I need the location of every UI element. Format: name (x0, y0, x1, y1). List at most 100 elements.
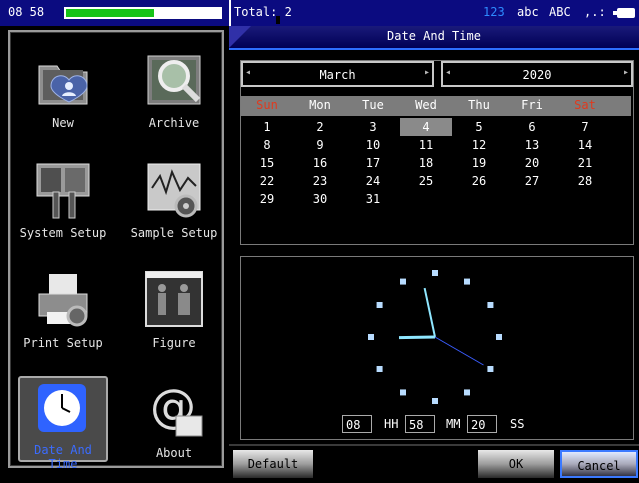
calendar-day[interactable]: 4 (400, 118, 452, 136)
calendar-day[interactable]: 8 (241, 136, 293, 154)
calendar-day[interactable]: 3 (347, 118, 399, 136)
sample-setup-icon (142, 158, 206, 222)
power-plug-icon (613, 8, 635, 18)
year-value: 2020 (522, 68, 552, 82)
battery-meter (64, 7, 280, 24)
weekday-tue: Tue (362, 98, 384, 112)
clock-tick (464, 389, 470, 396)
printer-icon (31, 268, 95, 332)
hour-label: HH (384, 417, 399, 431)
calendar-day[interactable]: 10 (347, 136, 399, 154)
calendar-day[interactable]: 29 (241, 190, 293, 208)
calendar-day[interactable]: 2 (294, 118, 346, 136)
calendar-day[interactable]: 1 (241, 118, 293, 136)
weekday-sat: Sat (574, 98, 596, 112)
clock-tick (487, 302, 494, 308)
ok-button[interactable]: OK (478, 450, 554, 478)
second-hand (434, 336, 484, 366)
sidebar-item-figure[interactable]: Figure (124, 268, 224, 350)
calendar-day[interactable]: 26 (453, 172, 505, 190)
input-mode-ABC[interactable]: ABC (549, 5, 571, 19)
input-mode-punct[interactable]: ,.: (584, 5, 606, 19)
next-year-arrow-icon[interactable]: ▸ (623, 67, 629, 78)
sidebar-item-sample-setup[interactable]: Sample Setup (120, 158, 228, 240)
sidebar-item-about[interactable]: @ About (124, 378, 224, 460)
calendar-day[interactable]: 25 (400, 172, 452, 190)
calendar-day[interactable]: 12 (453, 136, 505, 154)
calendar-day[interactable]: 14 (559, 136, 611, 154)
clock-icon: Date And Time (18, 376, 108, 471)
calendar-day[interactable]: 23 (294, 172, 346, 190)
input-mode-abc[interactable]: abc (517, 5, 539, 19)
calendar-day[interactable]: 31 (347, 190, 399, 208)
year-select[interactable]: ◂ 2020 ▸ (441, 61, 633, 87)
calendar-day[interactable]: 7 (559, 118, 611, 136)
sidebar-item-label: Sample Setup (130, 226, 218, 240)
calendar-day[interactable]: 30 (294, 190, 346, 208)
status-time: 08 58 (8, 5, 45, 19)
clock-tick (376, 302, 383, 308)
calendar-day[interactable]: 27 (506, 172, 558, 190)
calendar-day[interactable]: 9 (294, 136, 346, 154)
calendar-day[interactable]: 21 (559, 154, 611, 172)
cancel-button[interactable]: Cancel (560, 450, 638, 478)
calendar-day[interactable]: 16 (294, 154, 346, 172)
sidebar-item-label: Figure (152, 336, 196, 350)
calendar-day[interactable]: 11 (400, 136, 452, 154)
clock-tick (496, 334, 502, 340)
minute-hand (423, 287, 436, 338)
calendar-day[interactable]: 5 (453, 118, 505, 136)
clock-tick (368, 334, 374, 340)
figure-body-icon (142, 268, 206, 332)
calendar-day[interactable]: 13 (506, 136, 558, 154)
calendar-day[interactable]: 17 (347, 154, 399, 172)
calendar-day[interactable]: 19 (453, 154, 505, 172)
weekday-header: Sun Mon Tue Wed Thu Fri Sat (241, 96, 631, 116)
second-field[interactable]: 20 (467, 415, 497, 433)
about-at-icon: @ (142, 378, 206, 442)
clock-tick (376, 366, 383, 372)
sidebar-item-print-setup[interactable]: Print Setup (13, 268, 113, 350)
default-button[interactable]: Default (233, 450, 313, 478)
sidebar-item-date-and-time[interactable]: Date And Time (15, 376, 111, 471)
total-count: Total: 2 (234, 5, 292, 19)
sidebar-item-label: Archive (148, 116, 200, 130)
analog-clock (368, 270, 502, 404)
clock-tick (432, 398, 438, 404)
calendar-day[interactable]: 24 (347, 172, 399, 190)
calendar-day[interactable]: 18 (400, 154, 452, 172)
calendar-day[interactable]: 20 (506, 154, 558, 172)
calendar-day[interactable]: 6 (506, 118, 558, 136)
battery-fill (66, 9, 154, 17)
minute-label: MM (446, 417, 461, 431)
calendar-day[interactable]: 22 (241, 172, 293, 190)
status-bar: 08 58 Total: 2 123 abc ABC ,.: (0, 0, 639, 26)
month-select[interactable]: ◂ March ▸ (241, 61, 434, 87)
archive-search-icon (142, 48, 206, 112)
hour-field[interactable]: 08 (342, 415, 372, 433)
system-setup-tools-icon (31, 158, 95, 222)
month-value: March (319, 68, 356, 82)
clock-tick (432, 270, 438, 276)
clock-tick (400, 278, 406, 285)
input-mode-123[interactable]: 123 (483, 5, 505, 19)
dialog-title: Date And Time (387, 29, 481, 43)
minute-field[interactable]: 58 (405, 415, 435, 433)
weekday-sun: Sun (256, 98, 278, 112)
calendar-day[interactable]: 28 (559, 172, 611, 190)
next-month-arrow-icon[interactable]: ▸ (424, 67, 430, 78)
sidebar-item-system-setup[interactable]: System Setup (13, 158, 113, 240)
sidebar-item-label: New (52, 116, 74, 130)
weekday-wed: Wed (415, 98, 437, 112)
hour-hand (398, 335, 436, 340)
new-folder-icon (31, 48, 95, 112)
calendar-day[interactable]: 15 (241, 154, 293, 172)
second-label: SS (510, 417, 525, 431)
sidebar-item-new[interactable]: New (13, 48, 113, 130)
clock-tick (464, 278, 470, 285)
sidebar-item-archive[interactable]: Archive (124, 48, 224, 130)
sidebar-item-label: Print Setup (23, 336, 103, 350)
sidebar-item-label: Date And Time (34, 443, 92, 471)
sidebar-item-label: System Setup (19, 226, 107, 240)
weekday-fri: Fri (521, 98, 543, 112)
